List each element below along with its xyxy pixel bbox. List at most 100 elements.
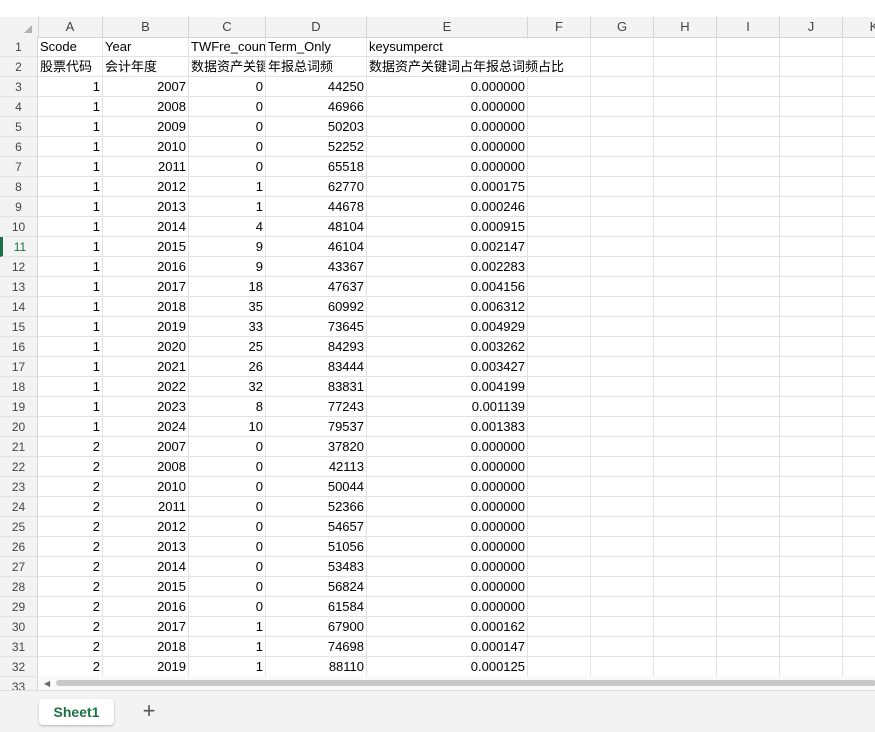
cell-k18[interactable]: [843, 377, 875, 397]
cell-k30[interactable]: [843, 617, 875, 637]
cell-h5[interactable]: [654, 117, 717, 137]
cell-k25[interactable]: [843, 517, 875, 537]
cell-e11[interactable]: 0.002147: [367, 237, 528, 257]
cell-k28[interactable]: [843, 577, 875, 597]
cell-c27[interactable]: 0: [189, 557, 266, 577]
cell-c15[interactable]: 33: [189, 317, 266, 337]
row-header-7[interactable]: 7: [0, 157, 38, 177]
cell-g6[interactable]: [591, 137, 654, 157]
cell-b32[interactable]: 2019: [103, 657, 189, 677]
cell-h30[interactable]: [654, 617, 717, 637]
cell-a15[interactable]: 1: [38, 317, 103, 337]
cell-j12[interactable]: [780, 257, 843, 277]
cell-d25[interactable]: 54657: [266, 517, 367, 537]
cell-e12[interactable]: 0.002283: [367, 257, 528, 277]
cell-d19[interactable]: 77243: [266, 397, 367, 417]
cell-g10[interactable]: [591, 217, 654, 237]
cell-a2[interactable]: 股票代码: [38, 57, 103, 77]
cell-g8[interactable]: [591, 177, 654, 197]
cell-h10[interactable]: [654, 217, 717, 237]
column-header-h[interactable]: H: [654, 17, 717, 37]
cell-a8[interactable]: 1: [38, 177, 103, 197]
row-header-26[interactable]: 26: [0, 537, 38, 557]
cell-d15[interactable]: 73645: [266, 317, 367, 337]
cell-k3[interactable]: [843, 77, 875, 97]
cell-b1[interactable]: Year: [103, 37, 189, 57]
cell-a18[interactable]: 1: [38, 377, 103, 397]
cell-b12[interactable]: 2016: [103, 257, 189, 277]
cell-g28[interactable]: [591, 577, 654, 597]
cell-d24[interactable]: 52366: [266, 497, 367, 517]
column-header-g[interactable]: G: [591, 17, 654, 37]
cell-k2[interactable]: [843, 57, 875, 77]
cell-e21[interactable]: 0.000000: [367, 437, 528, 457]
cell-b7[interactable]: 2011: [103, 157, 189, 177]
cell-j30[interactable]: [780, 617, 843, 637]
cell-f5[interactable]: [528, 117, 591, 137]
cell-b29[interactable]: 2016: [103, 597, 189, 617]
cell-e31[interactable]: 0.000147: [367, 637, 528, 657]
cell-i31[interactable]: [717, 637, 780, 657]
cell-c10[interactable]: 4: [189, 217, 266, 237]
cell-i8[interactable]: [717, 177, 780, 197]
cell-k22[interactable]: [843, 457, 875, 477]
cell-b4[interactable]: 2008: [103, 97, 189, 117]
cell-c20[interactable]: 10: [189, 417, 266, 437]
cell-h27[interactable]: [654, 557, 717, 577]
cell-h15[interactable]: [654, 317, 717, 337]
cell-a29[interactable]: 2: [38, 597, 103, 617]
cell-d3[interactable]: 44250: [266, 77, 367, 97]
cell-i24[interactable]: [717, 497, 780, 517]
cell-j31[interactable]: [780, 637, 843, 657]
cell-g12[interactable]: [591, 257, 654, 277]
cell-j2[interactable]: [780, 57, 843, 77]
row-header-12[interactable]: 12: [0, 257, 38, 277]
cell-h11[interactable]: [654, 237, 717, 257]
cell-b15[interactable]: 2019: [103, 317, 189, 337]
cell-b28[interactable]: 2015: [103, 577, 189, 597]
cell-g17[interactable]: [591, 357, 654, 377]
row-header-19[interactable]: 19: [0, 397, 38, 417]
cell-e7[interactable]: 0.000000: [367, 157, 528, 177]
cell-b30[interactable]: 2017: [103, 617, 189, 637]
cell-c29[interactable]: 0: [189, 597, 266, 617]
cell-i2[interactable]: [717, 57, 780, 77]
cell-k17[interactable]: [843, 357, 875, 377]
row-header-32[interactable]: 32: [0, 657, 38, 677]
cell-c11[interactable]: 9: [189, 237, 266, 257]
cell-c2[interactable]: 数据资产关键词频: [189, 57, 266, 77]
cell-a30[interactable]: 2: [38, 617, 103, 637]
cell-c22[interactable]: 0: [189, 457, 266, 477]
cell-g26[interactable]: [591, 537, 654, 557]
cell-f22[interactable]: [528, 457, 591, 477]
cell-e9[interactable]: 0.000246: [367, 197, 528, 217]
cell-a25[interactable]: 2: [38, 517, 103, 537]
cell-f12[interactable]: [528, 257, 591, 277]
cell-e29[interactable]: 0.000000: [367, 597, 528, 617]
cell-f30[interactable]: [528, 617, 591, 637]
cell-d20[interactable]: 79537: [266, 417, 367, 437]
cell-g29[interactable]: [591, 597, 654, 617]
cell-b14[interactable]: 2018: [103, 297, 189, 317]
cell-h1[interactable]: [654, 37, 717, 57]
cell-d11[interactable]: 46104: [266, 237, 367, 257]
cell-i17[interactable]: [717, 357, 780, 377]
row-header-2[interactable]: 2: [0, 57, 38, 77]
cell-g1[interactable]: [591, 37, 654, 57]
cell-j22[interactable]: [780, 457, 843, 477]
cell-d2[interactable]: 年报总词频: [266, 57, 367, 77]
cell-f29[interactable]: [528, 597, 591, 617]
cell-c4[interactable]: 0: [189, 97, 266, 117]
cell-b21[interactable]: 2007: [103, 437, 189, 457]
cell-c23[interactable]: 0: [189, 477, 266, 497]
row-header-9[interactable]: 9: [0, 197, 38, 217]
cell-f7[interactable]: [528, 157, 591, 177]
cell-j21[interactable]: [780, 437, 843, 457]
cell-b18[interactable]: 2022: [103, 377, 189, 397]
cell-j5[interactable]: [780, 117, 843, 137]
cell-g32[interactable]: [591, 657, 654, 677]
cell-j32[interactable]: [780, 657, 843, 677]
cell-a13[interactable]: 1: [38, 277, 103, 297]
cell-e15[interactable]: 0.004929: [367, 317, 528, 337]
cell-c7[interactable]: 0: [189, 157, 266, 177]
